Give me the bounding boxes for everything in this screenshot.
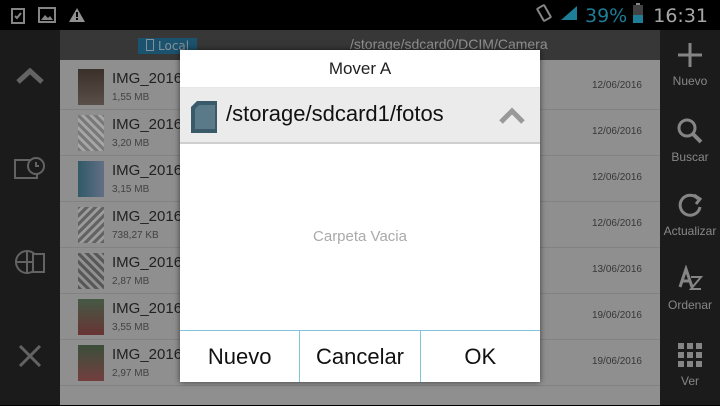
new-folder-button[interactable]: Nuevo — [180, 331, 301, 382]
ok-button[interactable]: OK — [420, 331, 540, 382]
sd-card-icon — [190, 100, 218, 134]
dialog-button-row: Nuevo Cancelar OK — [180, 330, 540, 382]
dialog-path-bar: /storage/sdcard1/fotos — [180, 88, 540, 144]
move-to-dialog: Mover A /storage/sdcard1/fotos Carpeta V… — [180, 50, 540, 382]
dialog-title: Mover A — [180, 50, 540, 88]
cancel-button[interactable]: Cancelar — [300, 331, 421, 382]
dialog-path: /storage/sdcard1/fotos — [226, 101, 444, 126]
parent-folder-button[interactable] — [498, 106, 526, 126]
empty-folder-text: Carpeta Vacia — [313, 228, 407, 245]
